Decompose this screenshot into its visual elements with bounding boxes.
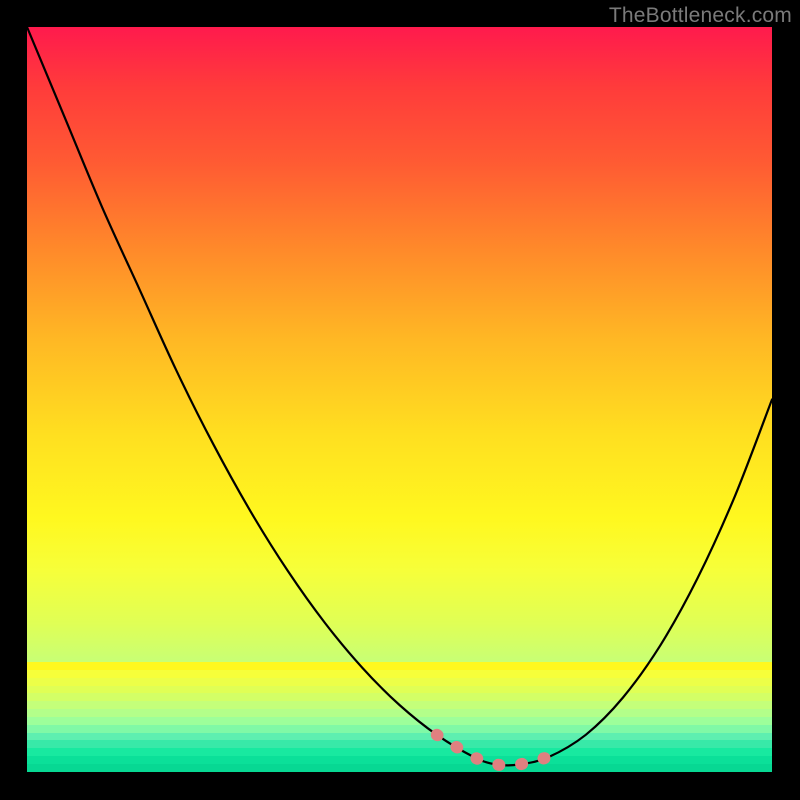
bottleneck-curve (27, 27, 772, 772)
plot-area (27, 27, 772, 772)
watermark-text: TheBottleneck.com (609, 4, 792, 28)
chart-frame: TheBottleneck.com (0, 0, 800, 800)
